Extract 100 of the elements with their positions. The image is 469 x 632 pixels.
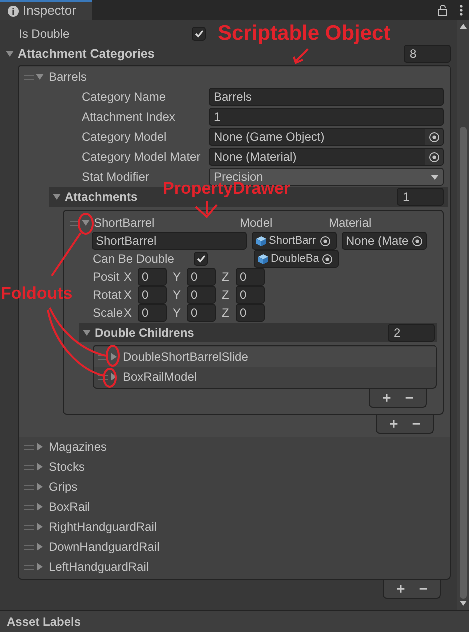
foldout-triangle-icon[interactable] [36,443,44,451]
axis-label: Z [222,269,230,286]
annotation-arrow [293,48,309,64]
number-field[interactable]: 0 [236,286,265,304]
foldout-triangle-icon[interactable] [36,543,44,551]
axis-label: Y [173,287,182,304]
count-field[interactable]: 1 [397,188,444,206]
count-field[interactable]: 8 [404,45,451,63]
list-item[interactable]: DownHandguardRail [49,538,160,556]
number-field[interactable]: 0 [138,268,167,286]
foldout-triangle-icon[interactable] [110,353,118,361]
drag-handle-icon[interactable] [24,464,34,470]
foldout-triangle-icon[interactable] [82,219,90,227]
foldout-triangle-icon[interactable] [110,373,118,381]
more-options-icon[interactable] [460,4,463,16]
number-field[interactable]: 0 [138,304,167,322]
object-picker-icon[interactable] [322,254,333,264]
info-icon [8,6,19,16]
list-item[interactable]: BoxRailModel [123,368,198,386]
axis-label: X [124,305,134,322]
drag-handle-icon[interactable] [24,564,34,570]
column-label: Material [329,215,372,232]
foldout-triangle-icon[interactable] [36,523,44,531]
list-item[interactable]: Stocks [49,458,86,476]
foldout-triangle-icon[interactable] [83,328,91,336]
drag-handle-icon[interactable] [24,74,34,80]
drag-handle-icon[interactable] [98,354,108,360]
object-field[interactable]: None (Material) [209,148,444,166]
checkbox[interactable] [192,27,206,41]
foldout-triangle-icon[interactable] [36,463,44,471]
list-item[interactable]: RightHandguardRail [49,518,158,536]
list-item[interactable]: Barrels [49,68,88,86]
field-label: Is Double [19,26,71,43]
object-picker-icon[interactable] [320,236,331,246]
text-field[interactable]: 1 [209,108,444,126]
annotation-label: Foldouts [1,283,73,305]
foldout-triangle-icon[interactable] [36,483,44,491]
drag-handle-icon[interactable] [24,444,34,450]
object-picker-icon[interactable] [412,236,423,246]
foldout-triangle-icon[interactable] [6,50,14,58]
list-title: Attachments [65,189,138,206]
object-field[interactable]: DoubleBa [254,250,339,268]
list-item[interactable]: Grips [49,478,78,496]
list-item[interactable]: Magazines [49,438,108,456]
scroll-down-icon[interactable] [460,601,466,606]
list-title: Attachment Categories [18,46,155,63]
object-picker-icon[interactable] [428,132,440,142]
drag-handle-icon[interactable] [24,524,34,530]
cube-icon [258,254,269,264]
number-field[interactable]: 0 [187,268,216,286]
drag-handle-icon[interactable] [70,220,80,226]
lock-icon[interactable] [438,4,448,16]
remove-button[interactable]: − [412,416,421,432]
scroll-thumb[interactable] [460,127,466,599]
field-label: Posit [93,269,121,286]
field-label: Can Be Double [93,251,176,268]
number-field[interactable]: 0 [187,286,216,304]
field-label: Scale [93,305,124,322]
object-picker-icon[interactable] [428,152,440,162]
drag-handle-icon[interactable] [98,374,108,380]
number-field[interactable]: 0 [236,304,265,322]
foldout-triangle-icon[interactable] [36,503,44,511]
foldout-triangle-icon[interactable] [36,563,44,571]
number-field[interactable]: 0 [138,286,167,304]
drag-handle-icon[interactable] [24,544,34,550]
annotation-label: Scriptable Object [218,21,391,47]
scrollbar[interactable] [457,20,469,610]
foldout-triangle-icon[interactable] [36,73,44,81]
axis-label: Z [222,305,230,322]
text-field[interactable]: Barrels [209,88,444,106]
cube-icon [256,236,267,246]
inspector-tab[interactable]: Inspector [0,0,92,20]
add-button[interactable]: + [396,582,406,596]
checkbox[interactable] [194,252,208,266]
axis-label: Z [222,287,230,304]
list-item[interactable]: BoxRail [49,498,90,516]
remove-button[interactable]: − [419,582,428,596]
number-field[interactable]: 0 [187,304,216,322]
column-label: Model [240,215,274,232]
checkmark-icon [194,30,204,38]
checkmark-icon [196,255,206,263]
add-button[interactable]: + [389,416,398,432]
add-button[interactable]: + [382,390,392,406]
object-field[interactable]: ShortBarr [252,232,337,250]
annotation-arrow [195,200,218,218]
axis-label: Y [173,305,182,322]
field-label: Attachment Index [82,109,176,126]
foldout-triangle-icon[interactable] [53,193,61,201]
number-field[interactable]: 0 [236,268,265,286]
object-field[interactable]: None (Mate [342,232,427,250]
scroll-up-icon[interactable] [460,24,466,29]
drag-handle-icon[interactable] [24,484,34,490]
remove-button[interactable]: − [405,390,414,406]
field-label: Stat Modifier [82,169,150,186]
drag-handle-icon[interactable] [24,504,34,510]
count-field[interactable]: 2 [388,324,435,342]
text-field[interactable]: ShortBarrel [92,232,247,250]
list-item[interactable]: LeftHandguardRail [49,558,150,576]
object-field[interactable]: None (Game Object) [209,128,444,146]
field-label: Category Model Mater [82,149,202,166]
